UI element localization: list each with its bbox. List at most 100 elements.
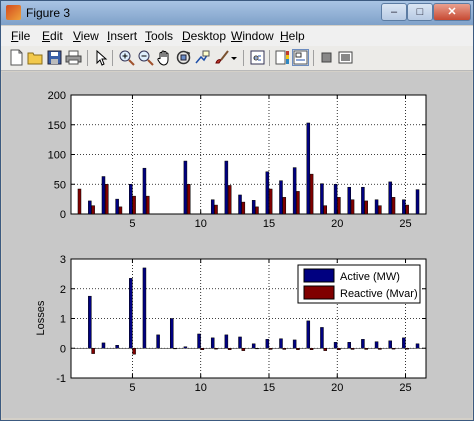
- bar-reactive: [350, 199, 355, 215]
- y-tick-label: 0: [60, 343, 66, 355]
- toolbar-separator: [269, 50, 270, 66]
- legend-swatch-reactive: [303, 285, 335, 300]
- figure-canvas: 5 10 15 20 25 0 50 100 150 200 5 10 15 20 25 -1 0 1 2 3 Lo…: [2, 72, 472, 418]
- menu-bar: File Edit View Insert Tools Desktop Wind…: [1, 26, 473, 46]
- bar-reactive: [91, 348, 95, 354]
- zoom-out-icon[interactable]: [137, 49, 154, 66]
- open-file-icon[interactable]: [27, 49, 44, 66]
- print-icon[interactable]: [65, 49, 82, 66]
- figure-toolbar: [1, 46, 473, 71]
- menu-insert-label: Insert: [107, 29, 138, 43]
- pan-hand-icon[interactable]: [156, 49, 173, 66]
- menu-view[interactable]: View: [73, 29, 99, 43]
- y-tick-label: 1: [60, 314, 66, 326]
- matlab-figure-icon: [6, 5, 21, 20]
- bar-active: [279, 180, 283, 215]
- bar-reactive: [268, 348, 273, 350]
- bar-active: [169, 318, 174, 349]
- link-plot-icon[interactable]: [249, 49, 266, 66]
- bar-active: [374, 199, 379, 215]
- bar-active: [224, 160, 229, 215]
- bar-reactive: [391, 197, 396, 215]
- bar-active: [374, 341, 379, 349]
- rotate-3d-icon[interactable]: [175, 49, 192, 66]
- x-tick-label: 15: [263, 218, 275, 230]
- menu-file[interactable]: File: [11, 29, 30, 43]
- bar-reactive: [227, 185, 232, 215]
- bar-reactive: [268, 188, 273, 215]
- menu-edit[interactable]: Edit: [42, 29, 63, 43]
- minimize-button[interactable]: –: [381, 3, 407, 21]
- bar-active: [251, 343, 256, 349]
- bar-active: [115, 345, 119, 349]
- bar-reactive: [91, 205, 95, 215]
- close-button[interactable]: ✕: [433, 3, 471, 21]
- data-cursor-icon[interactable]: [194, 49, 211, 66]
- bar-active: [402, 337, 406, 349]
- menu-help[interactable]: Help: [280, 29, 305, 43]
- bar-active: [333, 184, 338, 215]
- show-plot-tools-icon[interactable]: [337, 49, 354, 66]
- legend[interactable]: Active (MW) Reactive (Mvar): [297, 264, 421, 304]
- maximize-button[interactable]: □: [407, 3, 433, 21]
- y-tick-label: -1: [56, 373, 66, 385]
- menu-window[interactable]: Window: [231, 29, 274, 43]
- axes-bottom[interactable]: 5 10 15 20 25 -1 0 1 2 3 Losses Active (MW) React…: [35, 254, 427, 394]
- x-tick-label: 5: [129, 218, 135, 230]
- bar-active: [306, 122, 311, 215]
- bar-active: [265, 339, 270, 349]
- menu-desktop[interactable]: Desktop: [182, 29, 226, 43]
- bar-reactive: [296, 191, 300, 215]
- bar-reactive: [296, 348, 300, 350]
- bar-active: [238, 336, 242, 349]
- bar-active: [415, 343, 420, 349]
- bar-active: [333, 342, 338, 349]
- bar-reactive: [255, 206, 259, 215]
- bar-active: [142, 167, 147, 215]
- bar-reactive: [132, 348, 136, 355]
- y-tick-label: 0: [60, 209, 66, 221]
- x-tick-label: 20: [331, 218, 343, 230]
- edit-plot-arrow-icon[interactable]: [93, 49, 110, 66]
- bar-active: [361, 339, 365, 349]
- menu-window-label: Window: [231, 29, 274, 43]
- title-bar[interactable]: Figure 3 – □ ✕: [1, 1, 473, 25]
- brush-icon[interactable]: [213, 49, 230, 66]
- axes-top[interactable]: 5 10 15 20 25 0 50 100 150 200: [48, 90, 427, 230]
- y-tick-label: 2: [60, 284, 66, 296]
- bar-active: [388, 340, 392, 349]
- menu-tools[interactable]: Tools: [145, 29, 173, 43]
- bar-reactive: [241, 348, 246, 351]
- insert-legend-icon[interactable]: [292, 49, 309, 66]
- bar-reactive: [282, 197, 287, 215]
- bar-reactive: [118, 206, 123, 215]
- x-tick-label: 10: [195, 382, 207, 394]
- legend-label-active: Active (MW): [340, 271, 400, 283]
- zoom-in-icon[interactable]: [118, 49, 135, 66]
- hide-plot-tools-icon[interactable]: [318, 49, 335, 66]
- bar-reactive: [255, 348, 259, 350]
- bar-reactive: [364, 200, 368, 215]
- plots-svg: 5 10 15 20 25 0 50 100 150 200 5 10 15 20 25 -1 0 1 2 3 Lo…: [35, 90, 427, 394]
- bar-reactive: [214, 204, 218, 215]
- bar-active: [129, 184, 133, 215]
- bar-active: [88, 295, 92, 349]
- bar-active: [197, 333, 201, 349]
- menu-insert[interactable]: Insert: [107, 29, 137, 43]
- bar-active: [142, 267, 147, 349]
- save-icon[interactable]: [46, 49, 63, 66]
- bar-reactive: [364, 348, 368, 350]
- bar-active: [388, 181, 392, 215]
- bar-reactive: [173, 348, 177, 350]
- bar-active: [347, 342, 352, 349]
- legend-swatch-active: [303, 268, 335, 283]
- insert-colorbar-icon[interactable]: [274, 49, 291, 66]
- brush-dropdown-icon[interactable]: [230, 49, 238, 66]
- bar-active: [101, 176, 106, 215]
- bar-active: [224, 334, 229, 349]
- window-title: Figure 3: [26, 6, 71, 20]
- bar-active: [210, 337, 215, 349]
- menu-desktop-label: Desktop: [182, 29, 227, 43]
- new-figure-icon[interactable]: [8, 49, 25, 66]
- bar-reactive: [405, 204, 409, 215]
